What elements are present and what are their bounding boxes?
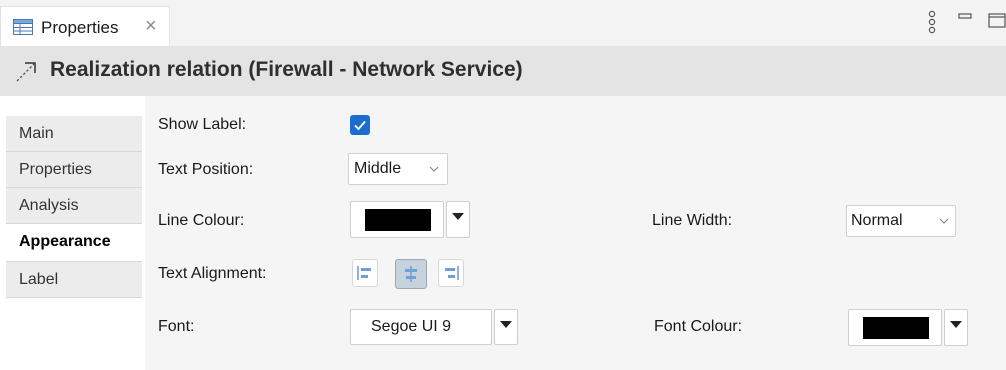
line-width-label: Line Width: [652,212,733,229]
minimize-icon[interactable] [958,12,972,20]
dropdown-arrow-icon [452,213,464,220]
tab-main[interactable]: Main [6,116,142,152]
font-value: Segoe UI 9 [371,318,452,335]
chevron-down-icon [429,166,439,172]
line-width-select[interactable]: Normal [846,205,956,237]
font-button[interactable]: Segoe UI 9 [350,309,492,345]
page-title: Realization relation (Firewall - Network… [50,58,523,81]
line-colour-button[interactable] [350,201,444,238]
tab-properties-section[interactable]: Properties [6,152,142,188]
tab-analysis[interactable]: Analysis [6,188,142,224]
align-center-icon [405,266,417,282]
font-colour-button[interactable] [848,309,942,346]
line-colour-swatch [365,209,431,231]
view-tab-bar: Properties × [0,0,1006,46]
dropdown-arrow-icon [950,321,962,328]
font-dropdown[interactable] [494,309,518,345]
text-alignment-label: Text Alignment: [158,265,267,282]
font-colour-swatch [863,317,929,339]
maximize-icon[interactable] [988,12,1006,28]
font-label: Font: [158,318,195,335]
tab-appearance[interactable]: Appearance [6,224,142,262]
show-label-checkbox[interactable] [350,115,370,135]
align-left-icon [357,266,371,280]
font-colour-dropdown[interactable] [944,309,968,346]
view-menu-icon[interactable] [927,10,937,36]
section-tabs: Main Properties Analysis Appearance Labe… [6,96,142,370]
text-position-label: Text Position: [158,161,254,178]
close-icon[interactable]: × [145,15,157,38]
align-right-icon [445,266,459,280]
dropdown-arrow-icon [500,321,512,328]
text-position-value: Middle [354,160,402,177]
table-icon [13,19,33,35]
checkmark-icon [354,120,366,131]
align-center-button[interactable] [395,259,427,289]
chevron-down-icon [939,218,949,224]
tab-label: Properties [41,18,119,37]
align-right-button[interactable] [438,259,464,287]
tab-label[interactable]: Label [6,262,142,298]
align-left-button[interactable] [352,259,378,287]
realization-relation-icon [16,62,36,82]
line-width-value: Normal [851,212,903,229]
line-colour-label: Line Colour: [158,212,245,229]
properties-title-bar: Realization relation (Firewall - Network… [0,46,1006,96]
show-label-label: Show Label: [158,116,247,133]
text-position-select[interactable]: Middle [348,153,448,185]
font-colour-label: Font Colour: [654,318,743,335]
line-colour-dropdown[interactable] [446,201,470,238]
tab-properties[interactable]: Properties × [0,6,170,46]
